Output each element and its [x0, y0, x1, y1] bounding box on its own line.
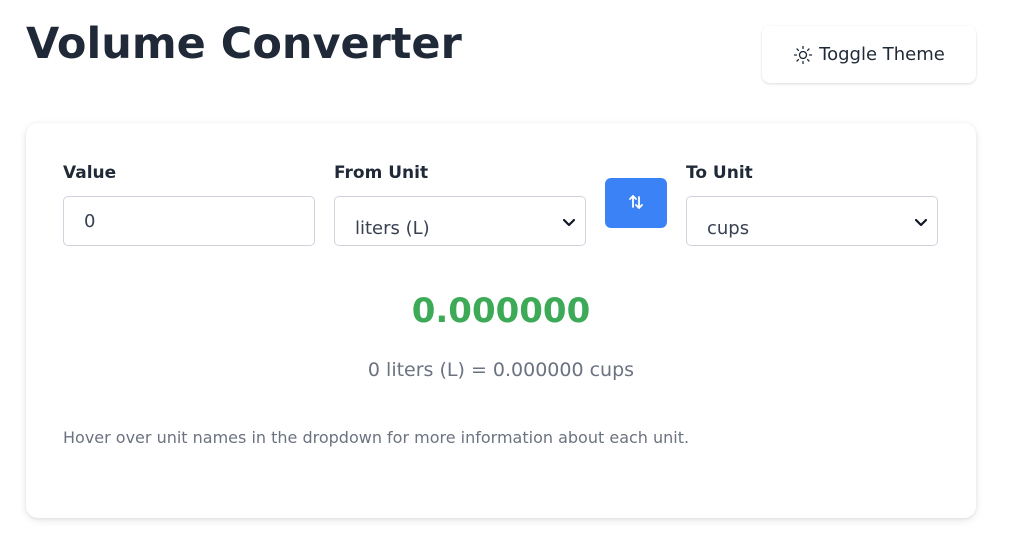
toggle-theme-button[interactable]: Toggle Theme [762, 26, 976, 83]
chevron-down-icon [913, 214, 929, 234]
to-unit-label: To Unit [686, 163, 753, 183]
swap-units-button[interactable] [605, 178, 667, 228]
value-input[interactable] [63, 196, 315, 246]
to-unit-select[interactable]: cups [686, 196, 938, 246]
result-value: 0.000000 [411, 291, 591, 331]
to-unit-selected-value: cups [707, 218, 750, 239]
value-label: Value [63, 163, 117, 183]
chevron-down-icon [561, 214, 577, 234]
converter-card: Value From Unit liters (L) To Unit [26, 123, 976, 518]
swap-arrows-icon [626, 192, 646, 215]
sun-icon [793, 45, 813, 65]
result-equation: 0 liters (L) = 0.000000 cups [367, 359, 635, 381]
from-unit-label: From Unit [334, 163, 429, 183]
page-title: Volume Converter [26, 19, 462, 69]
toggle-theme-label: Toggle Theme [819, 44, 945, 65]
from-unit-selected-value: liters (L) [355, 218, 430, 239]
page: Volume Converter Toggle Theme Value From… [0, 0, 1021, 547]
hint-text: Hover over unit names in the dropdown fo… [63, 428, 690, 447]
from-unit-select[interactable]: liters (L) [334, 196, 586, 246]
